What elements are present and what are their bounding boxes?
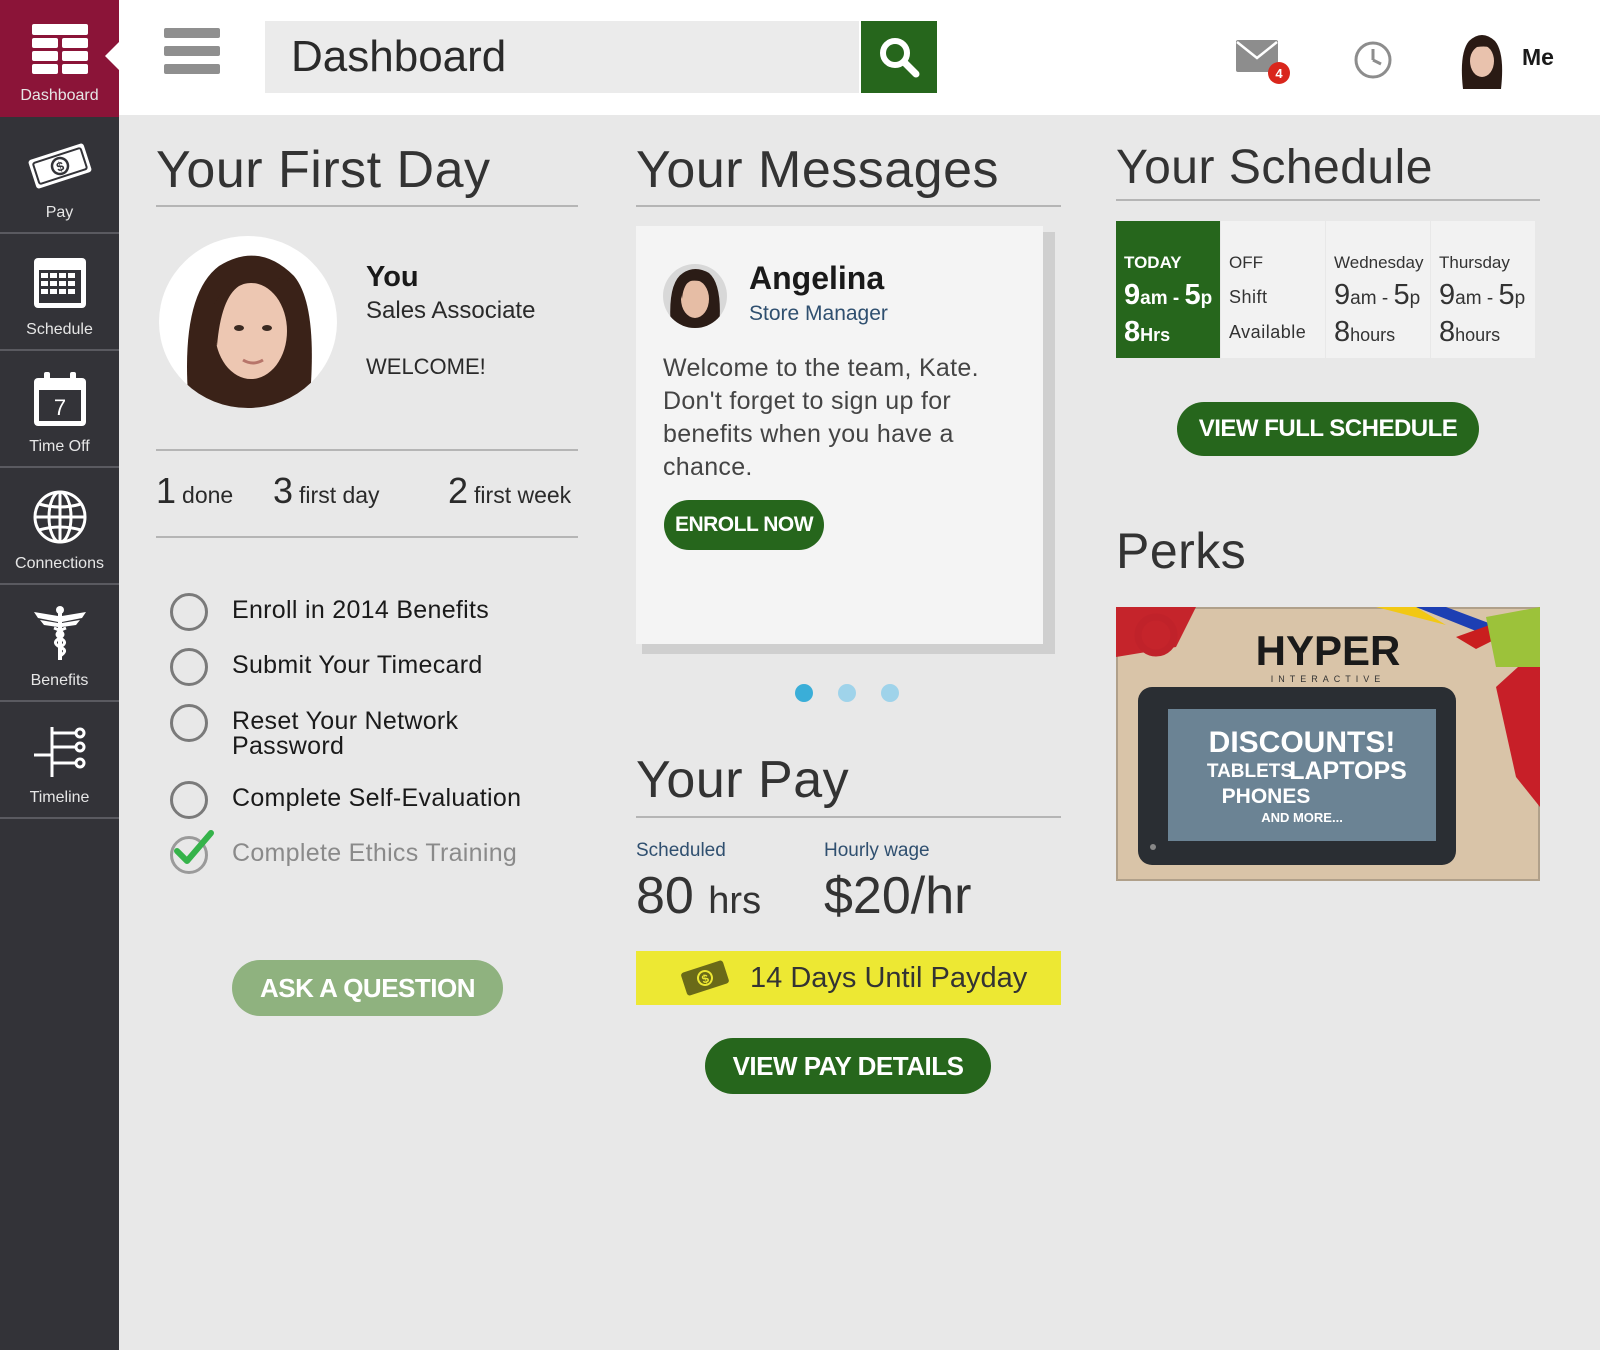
search-button[interactable] [861,21,937,93]
sidebar-item-time-off[interactable]: 7 Time Off [0,351,119,468]
task-item[interactable]: Enroll in 2014 Benefits [170,593,590,631]
money-icon: $ [0,135,119,197]
sidebar-item-dashboard[interactable]: Dashboard [0,0,119,117]
search-icon [880,38,920,78]
calendar-grid-icon [0,252,119,314]
checkbox[interactable] [170,648,208,686]
payday-text: 14 Days Until Payday [750,961,1028,994]
hourly-wage-label: Hourly wage [824,840,930,861]
checkbox[interactable] [170,593,208,631]
sidebar-item-label: Benefits [30,672,89,689]
checkbox[interactable] [170,704,208,742]
schedule-title: Your Schedule [1116,141,1433,194]
message-card[interactable]: Angelina Store Manager Welcome to the te… [636,226,1043,644]
payday-banner: $ 14 Days Until Payday [636,951,1061,1005]
money-icon: $ [681,960,729,996]
sidebar-item-schedule[interactable]: Schedule [0,234,119,351]
top-bar: 4 Me [119,0,1600,115]
caduceus-icon [0,603,119,665]
clock-icon [1354,41,1392,79]
profile-name: You [366,261,419,293]
sidebar-item-label: Timeline [29,789,90,806]
schedule-day-today[interactable]: TODAY 9am - 5p 8Hrs [1116,221,1220,358]
sidebar-item-label: Pay [45,204,74,221]
search-input[interactable] [265,21,859,93]
divider [636,816,1061,818]
task-item-completed[interactable]: Complete Ethics Training [170,830,590,874]
sidebar-item-connections[interactable]: Connections [0,468,119,585]
sidebar-item-label: Connections [15,555,104,572]
carousel-dot[interactable] [881,684,899,702]
message-body: Welcome to the team, Kate. Don't forget … [663,354,979,481]
sidebar-item-label: Dashboard [20,87,99,104]
checkbox-checked[interactable] [170,830,214,874]
svg-text:TABLETS: TABLETS [1207,761,1293,782]
grid-icon [0,18,119,80]
enroll-now-button[interactable]: ENROLL NOW [664,500,824,550]
mail-button[interactable]: 4 [1236,40,1290,84]
svg-text:DISCOUNTS!: DISCOUNTS! [1209,726,1396,759]
scheduled-hours: 80 hrs [636,867,762,925]
profile-role: Sales Associate [366,297,536,324]
schedule-day-wednesday[interactable]: Wednesday 9am - 5p 8hours [1326,221,1430,358]
svg-text:7: 7 [53,395,65,420]
clock-button[interactable] [1353,40,1393,80]
hourly-wage-value: $20/hr [824,867,972,925]
user-label: Me [1522,44,1554,70]
svg-text:LAPTOPS: LAPTOPS [1289,757,1407,785]
perks-banner[interactable]: HYPER INTERACTIVE DISCOUNTS! TABLETS LAP… [1116,607,1540,881]
svg-text:PHONES: PHONES [1222,785,1311,808]
schedule-strip: TODAY 9am - 5p 8Hrs OFF Shift Available … [1116,221,1536,358]
carousel-dot-active[interactable] [795,684,813,702]
timeline-icon [0,720,119,782]
sidebar-item-timeline[interactable]: Timeline [0,702,119,819]
svg-text:AND MORE...: AND MORE... [1261,810,1343,825]
sidebar-item-label: Schedule [26,321,93,338]
profile-photo [159,236,337,408]
divider [156,536,578,538]
schedule-day-thursday[interactable]: Thursday 9am - 5p 8hours [1431,221,1535,358]
carousel-dot[interactable] [838,684,856,702]
avatar[interactable] [1457,33,1507,89]
svg-text:INTERACTIVE: INTERACTIVE [1271,674,1386,684]
sidebar-item-pay[interactable]: $ Pay [0,117,119,234]
divider [1116,199,1540,201]
task-item[interactable]: Submit Your Timecard [170,648,590,686]
calendar-day-icon: 7 [0,369,119,431]
perks-title: Perks [1116,523,1247,579]
sender-avatar [663,263,727,329]
checkbox[interactable] [170,781,208,819]
view-pay-details-button[interactable]: VIEW PAY DETAILS [705,1038,991,1094]
welcome-text: WELCOME! [366,354,486,379]
first-day-title: Your First Day [156,141,491,199]
menu-icon[interactable] [164,28,220,74]
svg-text:HYPER: HYPER [1256,627,1401,674]
globe-icon [0,486,119,548]
sender-name: Angelina [749,260,885,296]
ask-question-button[interactable]: ASK A QUESTION [232,960,503,1016]
sender-role: Store Manager [749,302,888,325]
stat-first-day: 3 first day [273,470,380,511]
task-item[interactable]: Complete Self-Evaluation [170,781,590,819]
task-item[interactable]: Reset Your Network Password [170,704,590,759]
notification-badge: 4 [1268,62,1290,84]
sidebar-item-benefits[interactable]: Benefits [0,585,119,702]
pay-title: Your Pay [636,751,850,809]
sidebar-item-label: Time Off [29,438,90,455]
sidebar: Dashboard $ Pay Schedule 7 Time Off Conn… [0,0,119,1350]
stat-done: 1 done [156,470,234,511]
view-full-schedule-button[interactable]: VIEW FULL SCHEDULE [1177,402,1479,456]
scheduled-label: Scheduled [636,840,726,861]
schedule-day-off[interactable]: OFF Shift Available [1221,221,1325,358]
divider [156,449,578,451]
stat-first-week: 2 first week [448,470,572,511]
divider [636,205,1061,207]
checkmark-icon [174,830,214,864]
messages-title: Your Messages [636,141,1000,199]
divider [156,205,578,207]
